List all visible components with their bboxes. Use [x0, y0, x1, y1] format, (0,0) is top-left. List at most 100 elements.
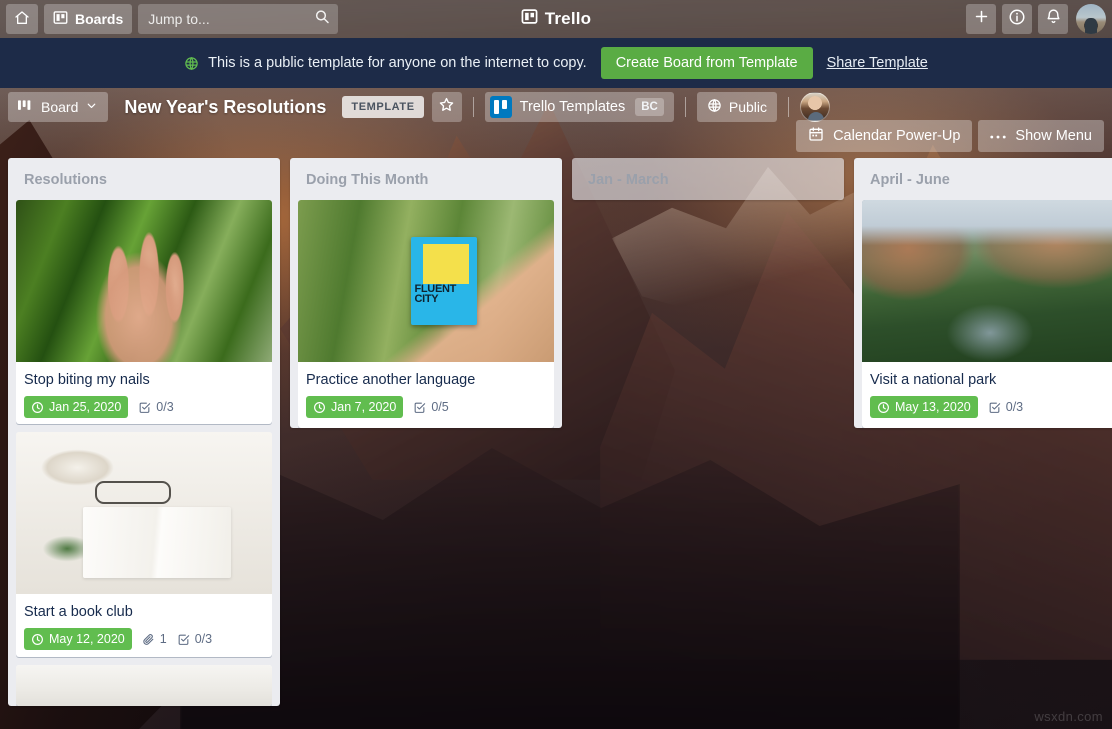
checklist-count: 0/3: [194, 632, 213, 647]
card-cover-image: [16, 664, 272, 706]
board-list: April - June Visit a national park May 13,…: [854, 158, 1112, 428]
app-name: Trello: [544, 9, 592, 28]
list-title[interactable]: Resolutions: [8, 166, 280, 200]
globe-icon: [707, 98, 722, 116]
trello-logo-icon: [521, 8, 538, 30]
list-title[interactable]: April - June: [854, 166, 1112, 200]
card-badges: Jan 7, 2020 0/5: [306, 394, 546, 426]
card-badges: May 12, 2020 1 0/3: [24, 626, 264, 656]
board-grid-icon: [53, 10, 68, 28]
list-cards: FLUENT CITY Practice another language Jan 7…: [290, 200, 562, 428]
card-cover-image: [862, 200, 1112, 362]
card-badges: May 13, 2020 0/3: [870, 394, 1110, 426]
card-body: Start a book club May 12, 2020 1 0/3: [16, 594, 272, 656]
trello-board-icon: [489, 96, 512, 118]
clock-icon: [877, 401, 890, 414]
attachment-badge: 1: [142, 629, 167, 649]
due-date-label: Jan 25, 2020: [49, 400, 122, 414]
calendar-icon: [808, 126, 824, 146]
page-title[interactable]: New Year's Resolutions: [116, 97, 334, 118]
card-badges: Jan 25, 2020 0/3: [24, 394, 264, 424]
top-bar-actions: [966, 4, 1106, 34]
visibility-label: Public: [728, 99, 767, 115]
header-divider: [684, 97, 686, 117]
search-placeholder: Jump to...: [148, 11, 210, 27]
info-circle-icon: [1008, 8, 1026, 31]
boards-button[interactable]: Boards: [44, 4, 133, 34]
ellipsis-icon: [990, 128, 1007, 144]
calendar-power-up-button[interactable]: Calendar Power-Up: [796, 120, 973, 152]
search-input[interactable]: Jump to...: [138, 4, 339, 34]
list-title[interactable]: Jan - March: [572, 166, 844, 200]
board-view-label: Board: [41, 99, 79, 115]
board-card[interactable]: Start a book club May 12, 2020 1 0/3: [16, 432, 272, 657]
card-cover-image: FLUENT CITY: [298, 200, 554, 362]
info-button[interactable]: [1002, 4, 1032, 34]
card-title: Practice another language: [306, 372, 476, 388]
calendar-power-up-label: Calendar Power-Up: [833, 128, 961, 144]
list-title[interactable]: Doing This Month: [290, 166, 562, 200]
star-board-button[interactable]: [431, 92, 462, 122]
card-cover-image: [16, 432, 272, 595]
home-icon: [14, 10, 30, 29]
board-card[interactable]: [16, 664, 272, 706]
star-icon: [438, 96, 455, 118]
organization-button[interactable]: Trello Templates BC: [484, 92, 674, 122]
header-divider: [472, 97, 474, 117]
organization-abbreviation: BC: [635, 98, 664, 116]
card-body: Stop biting my nails Jan 25, 2020 0/3: [16, 362, 272, 424]
add-button[interactable]: [966, 4, 996, 34]
list-cards: Stop biting my nails Jan 25, 2020 0/3 Start…: [8, 200, 280, 706]
card-title: Stop biting my nails: [24, 372, 150, 388]
checklist-count: 0/3: [156, 400, 174, 414]
card-title: Visit a national park: [870, 372, 997, 388]
due-date-badge[interactable]: Jan 7, 2020: [306, 396, 404, 418]
due-date-badge[interactable]: May 13, 2020: [870, 396, 978, 418]
header-divider: [788, 97, 789, 117]
public-template-banner: This is a public template for anyone on …: [0, 38, 1112, 88]
checklist-icon: [413, 401, 426, 414]
due-date-badge[interactable]: Jan 25, 2020: [24, 396, 129, 418]
template-badge[interactable]: TEMPLATE: [342, 96, 424, 118]
checklist-badge: 0/3: [988, 397, 1023, 417]
member-avatar[interactable]: [800, 92, 830, 122]
board-lists-canvas: Resolutions Stop biting my nails Jan 25, 2…: [0, 158, 1112, 729]
list-cards: Visit a national park May 13, 2020 0/3: [854, 200, 1112, 428]
home-button[interactable]: [6, 4, 38, 34]
checklist-count: 0/5: [431, 400, 449, 414]
notifications-button[interactable]: [1038, 4, 1068, 34]
plus-icon: [973, 8, 990, 30]
trello-app: Boards Jump to... Trello This is a publi…: [0, 0, 1112, 729]
due-date-label: May 12, 2020: [49, 632, 125, 647]
due-date-label: Jan 7, 2020: [331, 400, 397, 414]
search-icon[interactable]: [314, 9, 330, 30]
share-template-link[interactable]: Share Template: [827, 55, 928, 71]
show-menu-label: Show Menu: [1015, 128, 1092, 144]
checklist-icon: [988, 401, 1001, 414]
board-list: Jan - March: [572, 158, 844, 200]
create-board-from-template-button[interactable]: Create Board from Template: [600, 47, 813, 79]
checklist-badge: 0/5: [413, 397, 449, 417]
board-card[interactable]: Visit a national park May 13, 2020 0/3: [862, 200, 1112, 428]
card-cover-text: FLUENT CITY: [414, 283, 457, 306]
due-date-badge[interactable]: May 12, 2020: [24, 628, 132, 651]
checklist-count: 0/3: [1005, 400, 1024, 414]
organization-name: Trello Templates: [519, 99, 626, 115]
due-date-label: May 13, 2020: [895, 400, 971, 414]
clock-icon: [31, 633, 44, 646]
board-card[interactable]: FLUENT CITY Practice another language Jan 7…: [298, 200, 554, 428]
bell-icon: [1045, 8, 1062, 30]
globe-icon: [184, 56, 199, 71]
clock-icon: [313, 401, 326, 414]
user-avatar[interactable]: [1076, 4, 1106, 34]
visibility-button[interactable]: Public: [696, 92, 777, 122]
show-menu-button[interactable]: Show Menu: [978, 120, 1104, 152]
chevron-down-icon: [85, 99, 98, 115]
board-view-switcher[interactable]: Board: [8, 92, 109, 122]
board-view-icon: [18, 99, 34, 115]
board-list: Doing This Month FLUENT CITY Practice anoth…: [290, 158, 562, 428]
board-card[interactable]: Stop biting my nails Jan 25, 2020 0/3: [16, 200, 272, 425]
clock-icon: [31, 401, 44, 414]
card-title: Start a book club: [24, 604, 133, 621]
checklist-badge: 0/3: [138, 397, 174, 417]
